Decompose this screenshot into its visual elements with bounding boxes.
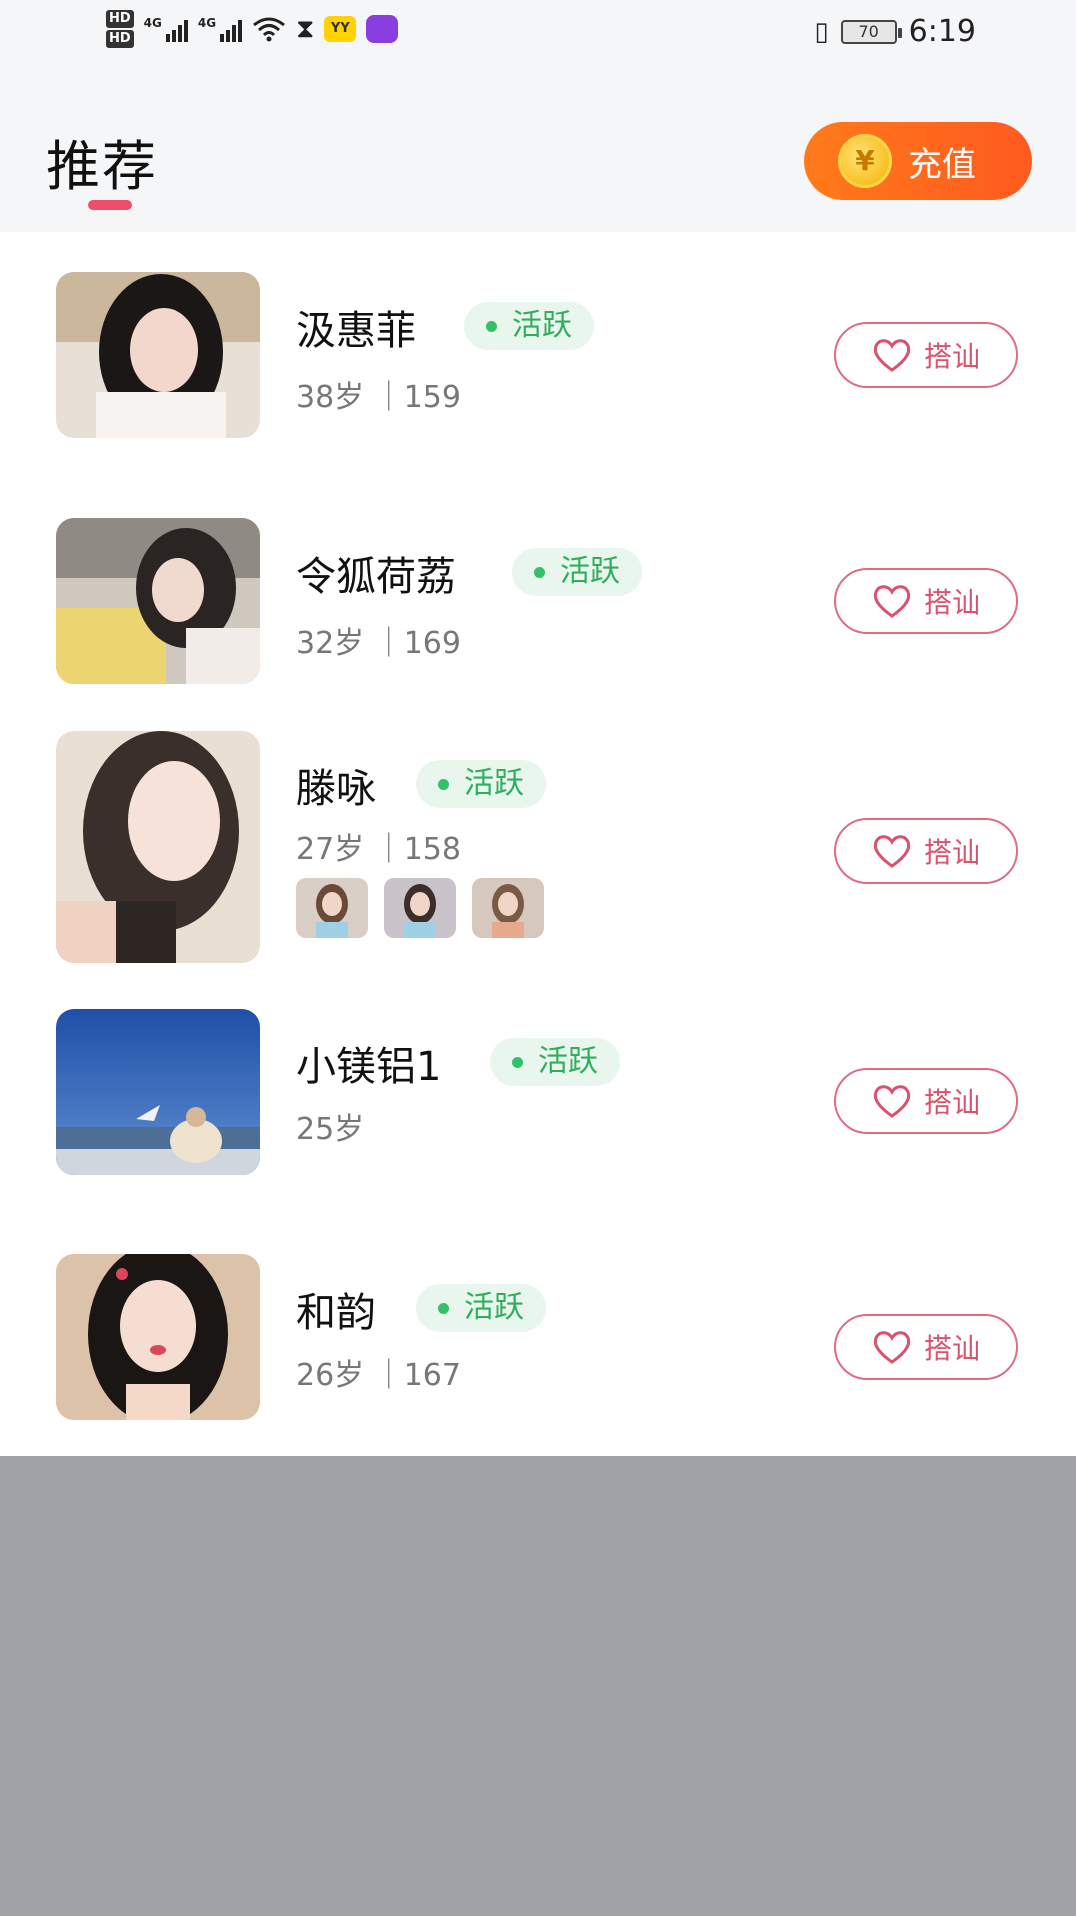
list-item[interactable]: 令狐荷荔 活跃 32岁 ｜169 搭讪: [0, 478, 1076, 688]
online-dot-icon: [438, 1303, 449, 1314]
active-label: 活跃: [464, 1290, 524, 1325]
active-badge: 活跃: [490, 1038, 620, 1086]
wifi-icon: [253, 17, 286, 42]
network-type-1: 4G: [143, 16, 162, 30]
greet-button[interactable]: 搭讪: [834, 818, 1018, 884]
redacted-region: [0, 1456, 1076, 1916]
heart-icon: [873, 339, 911, 372]
avatar[interactable]: [56, 1009, 260, 1175]
greet-button[interactable]: 搭讪: [834, 1314, 1018, 1380]
signal-icon-1: 4G: [144, 16, 188, 42]
hourglass-icon: ⧗: [296, 14, 315, 44]
status-bar: HD HD 4G 4G ⧗ YY ▯ 70 6:19: [0, 0, 1076, 70]
greet-button[interactable]: 搭讪: [834, 322, 1018, 388]
greet-label: 搭讪: [923, 1086, 980, 1119]
greet-label: 搭讪: [923, 586, 980, 619]
signal-icon-2: 4G: [197, 16, 243, 42]
active-badge: 活跃: [464, 302, 594, 350]
recharge-button[interactable]: ¥ 充值: [804, 122, 1032, 200]
photo-thumbnail[interactable]: [384, 878, 456, 938]
greet-button[interactable]: 搭讪: [834, 568, 1018, 634]
online-dot-icon: [486, 321, 497, 332]
avatar[interactable]: [56, 272, 260, 438]
heart-icon: [873, 1085, 911, 1118]
battery-icon: 70: [840, 19, 902, 44]
avatar[interactable]: [56, 1254, 260, 1420]
user-name: 令狐荷荔: [296, 554, 456, 600]
greet-label: 搭讪: [923, 836, 980, 869]
user-meta: 32岁 ｜169: [296, 626, 461, 661]
user-meta: 25岁: [296, 1112, 365, 1147]
cat-app-icon: [366, 15, 399, 43]
photo-thumbnail[interactable]: [296, 878, 368, 938]
heart-icon: [873, 585, 911, 618]
list-item[interactable]: 汲惠菲 活跃 38岁 ｜159 搭讪: [0, 232, 1076, 472]
clock: 6:19: [908, 14, 976, 49]
hd-badge-1: HD: [106, 10, 134, 28]
online-dot-icon: [438, 779, 449, 790]
user-name: 和韵: [296, 1290, 376, 1336]
greet-label: 搭讪: [923, 340, 980, 373]
heart-icon: [873, 1331, 911, 1364]
active-badge: 活跃: [512, 548, 642, 596]
hd-badge-2: HD: [106, 30, 134, 48]
status-icons-right: ▯ 70 6:19: [814, 14, 976, 49]
hd-indicators: HD HD: [106, 10, 134, 48]
online-dot-icon: [534, 567, 545, 578]
page-title[interactable]: 推荐: [46, 122, 158, 201]
recharge-label: 充值: [908, 144, 976, 185]
active-label: 活跃: [512, 308, 572, 343]
status-icons-left: HD HD 4G 4G ⧗ YY: [106, 10, 399, 48]
photo-thumbnail[interactable]: [472, 878, 544, 938]
vibrate-icon: ▯: [814, 16, 829, 47]
list-item[interactable]: 小镁铝1 活跃 25岁 搭讪: [0, 978, 1076, 1224]
network-type-2: 4G: [197, 16, 217, 30]
title-underline: [88, 200, 132, 210]
active-label: 活跃: [538, 1044, 598, 1079]
list-item[interactable]: 滕咏 活跃 27岁 ｜158 搭讪: [0, 728, 1076, 978]
page-header: 推荐 ¥ 充值: [0, 70, 1076, 232]
avatar[interactable]: [56, 518, 260, 684]
user-meta: 27岁 ｜158: [296, 832, 461, 867]
online-dot-icon: [512, 1057, 523, 1068]
active-label: 活跃: [560, 554, 620, 589]
user-meta: 38岁 ｜159: [296, 380, 461, 415]
photo-thumbnails: [296, 878, 544, 938]
heart-icon: [873, 835, 911, 868]
active-badge: 活跃: [416, 760, 546, 808]
user-name: 滕咏: [296, 766, 376, 812]
yy-app-icon: YY: [324, 16, 357, 42]
greet-button[interactable]: 搭讪: [834, 1068, 1018, 1134]
greet-label: 搭讪: [923, 1332, 980, 1365]
active-badge: 活跃: [416, 1284, 546, 1332]
active-label: 活跃: [464, 766, 524, 801]
user-name: 汲惠菲: [296, 308, 416, 354]
list-item[interactable]: 和韵 活跃 26岁 ｜167 搭讪: [0, 1224, 1076, 1456]
user-meta: 26岁 ｜167: [296, 1358, 461, 1393]
avatar[interactable]: [56, 731, 260, 963]
user-name: 小镁铝1: [296, 1044, 442, 1090]
coin-icon: ¥: [838, 134, 892, 188]
